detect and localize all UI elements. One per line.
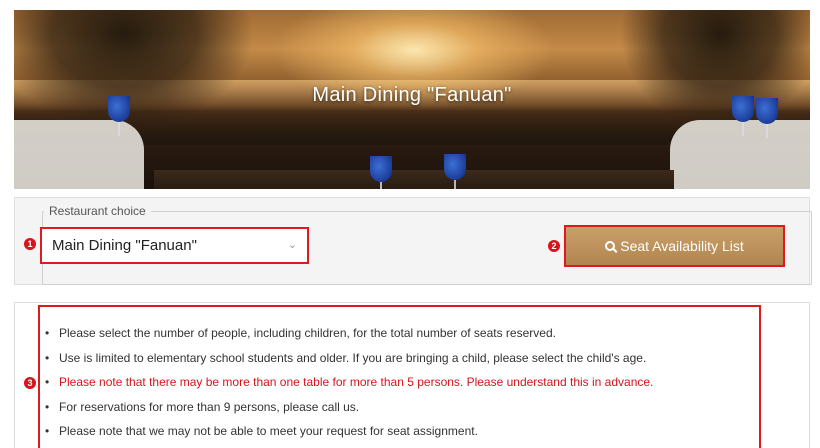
note-item-warning: Please note that there may be more than … bbox=[45, 375, 653, 390]
note-item: Please select the number of people, incl… bbox=[45, 326, 653, 341]
notes-list: Please select the number of people, incl… bbox=[45, 326, 653, 448]
wine-glass-icon bbox=[370, 156, 392, 189]
note-item: Use is limited to elementary school stud… bbox=[45, 351, 653, 366]
table-left bbox=[14, 120, 144, 189]
restaurant-choice-legend: Restaurant choice bbox=[44, 204, 151, 218]
note-item: Please note that we may not be able to m… bbox=[45, 424, 653, 439]
annotation-badge-3: 3 bbox=[24, 377, 36, 389]
seat-availability-button-label: Seat Availability List bbox=[620, 238, 744, 254]
restaurant-select-value: Main Dining "Fanuan" bbox=[52, 237, 197, 254]
wine-glass-icon bbox=[444, 154, 466, 189]
annotation-badge-1: 1 bbox=[24, 238, 36, 250]
annotation-badge-2: 2 bbox=[548, 240, 560, 252]
note-item: For reservations for more than 9 persons… bbox=[45, 400, 653, 415]
hero-banner: Main Dining "Fanuan" bbox=[14, 10, 810, 189]
table-right bbox=[670, 120, 810, 189]
chevron-down-icon: ⌄ bbox=[287, 239, 297, 251]
seat-availability-button[interactable]: Seat Availability List bbox=[564, 225, 785, 267]
search-icon bbox=[605, 241, 616, 251]
page-title: Main Dining "Fanuan" bbox=[312, 84, 512, 106]
table-front bbox=[154, 170, 674, 189]
restaurant-select[interactable]: Main Dining "Fanuan" ⌄ bbox=[40, 227, 309, 264]
